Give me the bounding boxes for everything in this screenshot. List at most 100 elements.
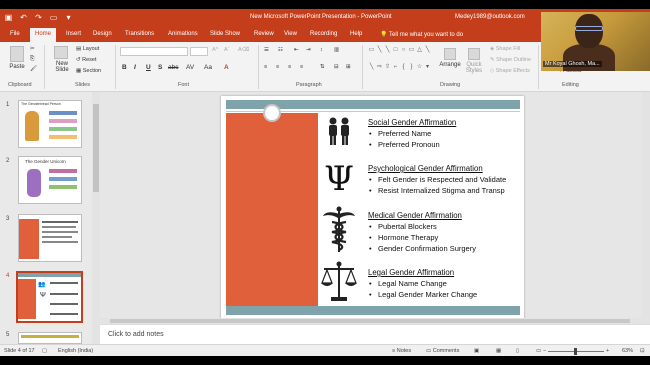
slide-thumbnail-5[interactable]: [18, 332, 82, 344]
rectangle-shape-icon[interactable]: □: [392, 46, 399, 62]
slide-thumbnail-3[interactable]: [18, 214, 82, 262]
smartart-icon[interactable]: ⊞: [346, 64, 351, 70]
present-icon[interactable]: ▭: [49, 13, 58, 23]
slide-sorter-icon[interactable]: ▦: [496, 348, 501, 354]
shapes-gallery[interactable]: ▭ ╲ ╲ □ ○ ▭ △ ╲ ╲ ⇨ ⇧ ⌐ { } ☆ ▾: [368, 46, 430, 78]
spellcheck-icon[interactable]: ▢: [42, 348, 47, 354]
increase-indent-icon[interactable]: ⇥: [306, 47, 311, 53]
fit-slide-icon[interactable]: ⊡: [640, 348, 645, 354]
align-left-icon[interactable]: ≡: [264, 64, 267, 70]
cut-icon[interactable]: ✂: [30, 46, 35, 52]
star-shape-icon[interactable]: ☆: [416, 63, 423, 79]
redo-icon[interactable]: ↷: [34, 13, 43, 23]
tab-animations[interactable]: Animations: [168, 31, 198, 37]
arrow-shape-icon[interactable]: ⇧: [384, 63, 391, 79]
decrease-indent-icon[interactable]: ⇤: [294, 47, 299, 53]
format-painter-icon[interactable]: 🖌: [30, 66, 37, 72]
account-name[interactable]: Medey1989@outlook.com: [455, 14, 525, 20]
workspace-scrollbar[interactable]: [642, 92, 650, 318]
text-direction-icon[interactable]: ⇅: [320, 64, 325, 70]
columns-icon[interactable]: ▥: [334, 47, 339, 53]
scrollbar-thumb[interactable]: [110, 319, 630, 323]
customize-qat-icon[interactable]: ▾: [64, 13, 73, 23]
slide-thumbnail-1[interactable]: The Genderbread Person: [18, 100, 82, 148]
reset-button[interactable]: ↺ Reset: [76, 57, 97, 63]
triangle-shape-icon[interactable]: △: [416, 46, 423, 62]
line-spacing-icon[interactable]: ↕: [320, 47, 323, 53]
tab-slide-show[interactable]: Slide Show: [210, 31, 240, 37]
notes-pane[interactable]: Click to add notes: [100, 324, 650, 344]
char-spacing-button[interactable]: AV: [186, 64, 194, 71]
strikethrough-button[interactable]: abc: [168, 64, 178, 71]
scrollbar-thumb[interactable]: [93, 104, 99, 192]
zoom-out-button[interactable]: −: [543, 348, 546, 354]
save-icon[interactable]: ▣: [4, 13, 13, 23]
zoom-in-button[interactable]: +: [606, 348, 609, 354]
align-right-icon[interactable]: ≡: [288, 64, 291, 70]
notes-toggle[interactable]: ≡ Notes: [392, 348, 411, 354]
oval-shape-icon[interactable]: ○: [400, 46, 407, 62]
tab-transitions[interactable]: Transitions: [125, 31, 154, 37]
tab-help[interactable]: Help: [350, 31, 362, 37]
bracket-shape-icon[interactable]: {: [400, 63, 407, 79]
bold-button[interactable]: B: [122, 64, 127, 71]
connector-shape-icon[interactable]: ⌐: [392, 63, 399, 79]
grow-font-icon[interactable]: A^: [212, 47, 218, 53]
tab-review[interactable]: Review: [254, 31, 274, 37]
thumb-orange-block: [19, 219, 39, 259]
undo-icon[interactable]: ↶: [19, 13, 28, 23]
change-case-button[interactable]: Aa: [204, 64, 212, 71]
italic-button[interactable]: I: [134, 64, 136, 71]
new-slide-button[interactable]: New Slide: [50, 46, 72, 73]
slide-thumbnail-2[interactable]: The Gender Unicorn: [18, 156, 82, 204]
line-shape-icon[interactable]: ╲: [368, 63, 375, 79]
tab-home[interactable]: Home: [30, 28, 57, 42]
font-name-combo[interactable]: [120, 47, 188, 56]
slide-thumbnail-4[interactable]: 👥 Ψ: [16, 271, 83, 323]
font-color-button[interactable]: A: [224, 64, 229, 71]
rectangle-shape-icon[interactable]: ▭: [408, 46, 415, 62]
layout-button[interactable]: ▤ Layout: [76, 46, 99, 52]
tab-recording[interactable]: Recording: [310, 31, 337, 37]
tab-design[interactable]: Design: [93, 31, 112, 37]
shadow-button[interactable]: S: [158, 64, 162, 71]
thumbnails-scrollbar[interactable]: [92, 92, 100, 344]
clear-formatting-icon[interactable]: A⌫: [238, 47, 249, 53]
comments-toggle[interactable]: ▭ Comments: [426, 348, 459, 354]
tab-insert[interactable]: Insert: [66, 31, 81, 37]
bracket-shape-icon[interactable]: }: [408, 63, 415, 79]
zoom-level[interactable]: 63%: [622, 348, 633, 354]
more-shapes-icon[interactable]: ▾: [424, 63, 431, 79]
underline-button[interactable]: U: [146, 64, 151, 71]
tab-view[interactable]: View: [284, 31, 297, 37]
line-shape-icon[interactable]: ╲: [376, 46, 383, 62]
bullets-icon[interactable]: ☰: [264, 47, 269, 53]
tab-file[interactable]: File: [10, 31, 20, 37]
arrow-shape-icon[interactable]: ⇨: [376, 63, 383, 79]
quick-styles-button[interactable]: Quick Styles: [463, 48, 485, 74]
language-indicator[interactable]: English (India): [58, 348, 93, 354]
reading-view-icon[interactable]: ▯: [516, 348, 519, 354]
shape-outline-button[interactable]: ✎ Shape Outline: [490, 57, 531, 63]
normal-view-icon[interactable]: ▣: [474, 348, 479, 354]
slide-canvas[interactable]: Ψ Social Gender Affirmation • Preferred …: [221, 96, 524, 321]
copy-icon[interactable]: ⎘: [30, 56, 34, 63]
tell-me-search[interactable]: 💡 Tell me what you want to do: [380, 31, 463, 38]
align-center-icon[interactable]: ≡: [276, 64, 279, 70]
paste-button[interactable]: Paste: [6, 46, 28, 70]
section-button[interactable]: ▦ Section: [76, 68, 101, 74]
numbering-icon[interactable]: ☷: [278, 47, 283, 53]
align-text-icon[interactable]: ⊟: [334, 64, 339, 70]
line-shape-icon[interactable]: ╲: [424, 46, 431, 62]
line-shape-icon[interactable]: ╲: [384, 46, 391, 62]
shape-fill-button[interactable]: ◈ Shape Fill: [490, 46, 520, 52]
slideshow-view-icon[interactable]: ▭: [536, 348, 541, 354]
shape-effects-button[interactable]: ◇ Shape Effects: [490, 68, 530, 74]
textbox-shape-icon[interactable]: ▭: [368, 46, 375, 62]
justify-icon[interactable]: ≡: [300, 64, 303, 70]
notes-placeholder[interactable]: Click to add notes: [108, 331, 164, 338]
font-size-combo[interactable]: [190, 47, 208, 56]
arrange-button[interactable]: Arrange: [438, 48, 462, 68]
zoom-slider-knob[interactable]: [574, 348, 577, 355]
shrink-font-icon[interactable]: Aˇ: [224, 47, 230, 53]
